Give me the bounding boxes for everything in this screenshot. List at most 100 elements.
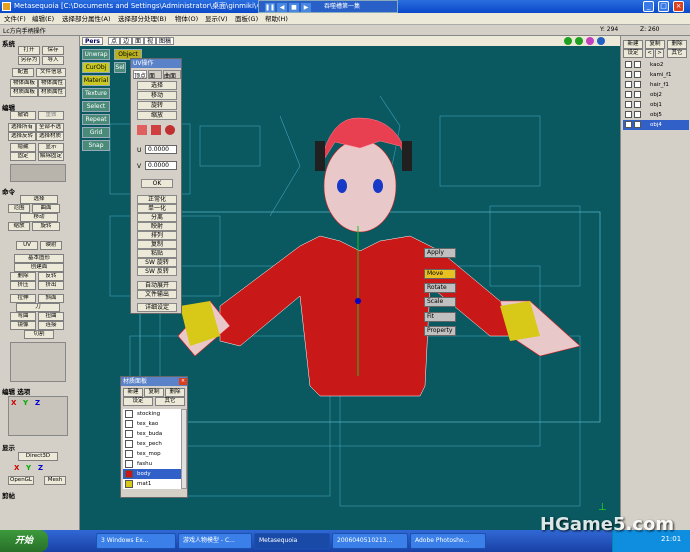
uv-unify-button[interactable]: 单一化 — [137, 204, 177, 213]
tab-edge[interactable]: 边 — [120, 37, 133, 45]
task-photoshop[interactable]: Adobe Photosho... — [410, 533, 486, 549]
cmd-stretch[interactable]: 拉伸 — [10, 294, 36, 303]
repeat-button[interactable]: Repeat — [82, 114, 110, 125]
cmd-cut[interactable]: 切割 — [24, 330, 54, 339]
lock-icon[interactable] — [634, 61, 641, 68]
fit-view-icon[interactable] — [597, 37, 605, 45]
mat-item-tex-buda[interactable]: tex_buda — [123, 429, 181, 439]
v-input[interactable]: 0.0000 — [145, 161, 177, 170]
y-axis-icon[interactable]: Y — [23, 399, 28, 407]
ctx-apply[interactable]: Apply — [424, 248, 456, 258]
menu-help[interactable]: 帮助(H) — [265, 14, 288, 24]
mat-item-stocking[interactable]: stocking — [123, 409, 181, 419]
obj-delete-button[interactable]: 删除 — [667, 40, 687, 49]
ctx-property[interactable]: Property — [424, 326, 456, 336]
obj-next-button[interactable]: > — [655, 49, 664, 58]
obj-row-obj2[interactable]: obj2 — [623, 90, 689, 100]
ctx-rotate[interactable]: Rotate — [424, 283, 456, 293]
body-mesh[interactable] — [219, 235, 511, 397]
deselect-button[interactable]: 全部不选 — [36, 123, 64, 132]
obj-copy-button[interactable]: 复制 — [645, 40, 665, 49]
lock-button[interactable]: 固定 — [10, 152, 36, 161]
uv-rotate-button[interactable]: 旋转 — [137, 101, 177, 110]
tab-view[interactable]: 视 — [144, 37, 157, 45]
obj-settings-button[interactable]: 设定 — [623, 49, 643, 58]
import-button[interactable]: 导入 — [42, 56, 64, 65]
z-axis-icon[interactable]: Z — [35, 399, 40, 407]
mat-delete-button[interactable]: 删除 — [165, 388, 185, 397]
lock-icon[interactable] — [634, 71, 641, 78]
cmd-bend[interactable]: 弯曲 — [10, 312, 36, 321]
manipulator-center[interactable] — [355, 298, 361, 304]
obj-row-kao2[interactable]: kao2 — [623, 60, 689, 70]
obj-row-obj1[interactable]: obj1 — [623, 100, 689, 110]
obj-new-button[interactable]: 新建 — [623, 40, 643, 49]
lock-icon[interactable] — [634, 111, 641, 118]
cmd-select[interactable]: 选择 — [20, 195, 58, 204]
uv-tab-surface[interactable]: 曲面 — [163, 70, 181, 80]
uv-auto-unwrap-button[interactable]: 自动展开 — [137, 281, 177, 290]
cmd-knife[interactable]: 刀 — [16, 303, 60, 312]
ctx-move[interactable]: Move — [424, 269, 456, 279]
uv-select-button[interactable]: 选择 — [137, 81, 177, 90]
snap-button[interactable]: Snap — [82, 140, 110, 151]
obj-row-obj5[interactable]: obj5 — [623, 110, 689, 120]
hide-button[interactable]: 隐藏 — [10, 143, 36, 152]
selectall-button[interactable]: 选择所有 — [8, 123, 36, 132]
uv-sw-flip-button[interactable]: SW 反转 — [137, 267, 177, 276]
close-button[interactable]: × — [673, 1, 684, 12]
undo-button[interactable]: 撤销 — [10, 111, 36, 120]
cmd-create-face[interactable]: 创建面 — [14, 263, 64, 272]
lock-icon[interactable] — [634, 121, 641, 128]
cmd-mirror[interactable]: 镜像 — [10, 321, 36, 330]
cmd-twist[interactable]: 扭曲 — [38, 312, 64, 321]
eye-icon[interactable] — [625, 91, 632, 98]
uv-arrange-button[interactable]: 排列 — [137, 231, 177, 240]
opengl-button[interactable]: OpenGL — [8, 476, 34, 485]
cmd-extrude[interactable]: 挤压 — [10, 281, 36, 290]
mat-item-tex-mop[interactable]: tex_mop — [123, 449, 181, 459]
display-x-icon[interactable]: X — [14, 464, 19, 472]
uv-tab-vertex[interactable]: 顶点 — [133, 70, 147, 80]
menu-object[interactable]: 物体(O) — [175, 14, 198, 24]
cmd-push[interactable]: 挤出 — [38, 281, 64, 290]
mat-item-tex-pech[interactable]: tex_pech — [123, 439, 181, 449]
obj-row-obj4[interactable]: obj4 — [623, 120, 689, 130]
select-button[interactable]: Select — [82, 101, 110, 112]
display-axes[interactable]: X Y Z — [14, 464, 66, 474]
uv-map-button[interactable]: 映射 — [137, 222, 177, 231]
menu-view[interactable]: 显示(V) — [205, 14, 228, 24]
command-extra-group[interactable] — [10, 342, 66, 382]
edit-options-grid[interactable] — [10, 164, 66, 182]
pan-view-icon[interactable] — [575, 37, 583, 45]
mat-copy-button[interactable]: 复制 — [144, 388, 164, 397]
menu-panel[interactable]: 面板(G) — [235, 14, 258, 24]
task-image[interactable]: 2006040510213... — [332, 533, 408, 549]
uv-paste-button[interactable]: 粘贴 — [137, 249, 177, 258]
saveas-button[interactable]: 另存为 — [18, 56, 40, 65]
uv-cylinder-icon[interactable] — [151, 125, 161, 135]
obj-row-hair[interactable]: hair_f1 — [623, 80, 689, 90]
lock-icon[interactable] — [634, 101, 641, 108]
save-button[interactable]: 保存 — [42, 46, 64, 55]
cmd-delete[interactable]: 删除 — [10, 272, 36, 281]
prev-icon[interactable]: ◀ — [277, 3, 287, 12]
head-mesh[interactable] — [323, 139, 397, 233]
uv-scale-button[interactable]: 缩放 — [137, 111, 177, 120]
cmd-bevel[interactable]: 斜面 — [38, 294, 64, 303]
cmd-scale[interactable]: 缩放 — [8, 222, 30, 231]
show-button[interactable]: 显示 — [38, 143, 64, 152]
uv-ok-button[interactable]: OK — [141, 179, 173, 188]
tab-pers[interactable]: Pers — [82, 37, 103, 45]
matpanel-button[interactable]: 材质面板 — [10, 88, 38, 97]
mat-scrollbar[interactable] — [181, 409, 187, 489]
invert-button[interactable]: 选择反转 — [8, 132, 36, 141]
unlock-button[interactable]: 解除固定 — [38, 152, 64, 161]
uv-move-button[interactable]: 移动 — [137, 91, 177, 100]
eye-icon[interactable] — [625, 71, 632, 78]
uv-sphere-icon[interactable] — [165, 125, 175, 135]
lock-icon[interactable] — [634, 91, 641, 98]
axis-option-group[interactable]: X Y Z — [8, 396, 68, 436]
lock-icon[interactable] — [634, 81, 641, 88]
cmd-flip[interactable]: 反转 — [38, 272, 64, 281]
